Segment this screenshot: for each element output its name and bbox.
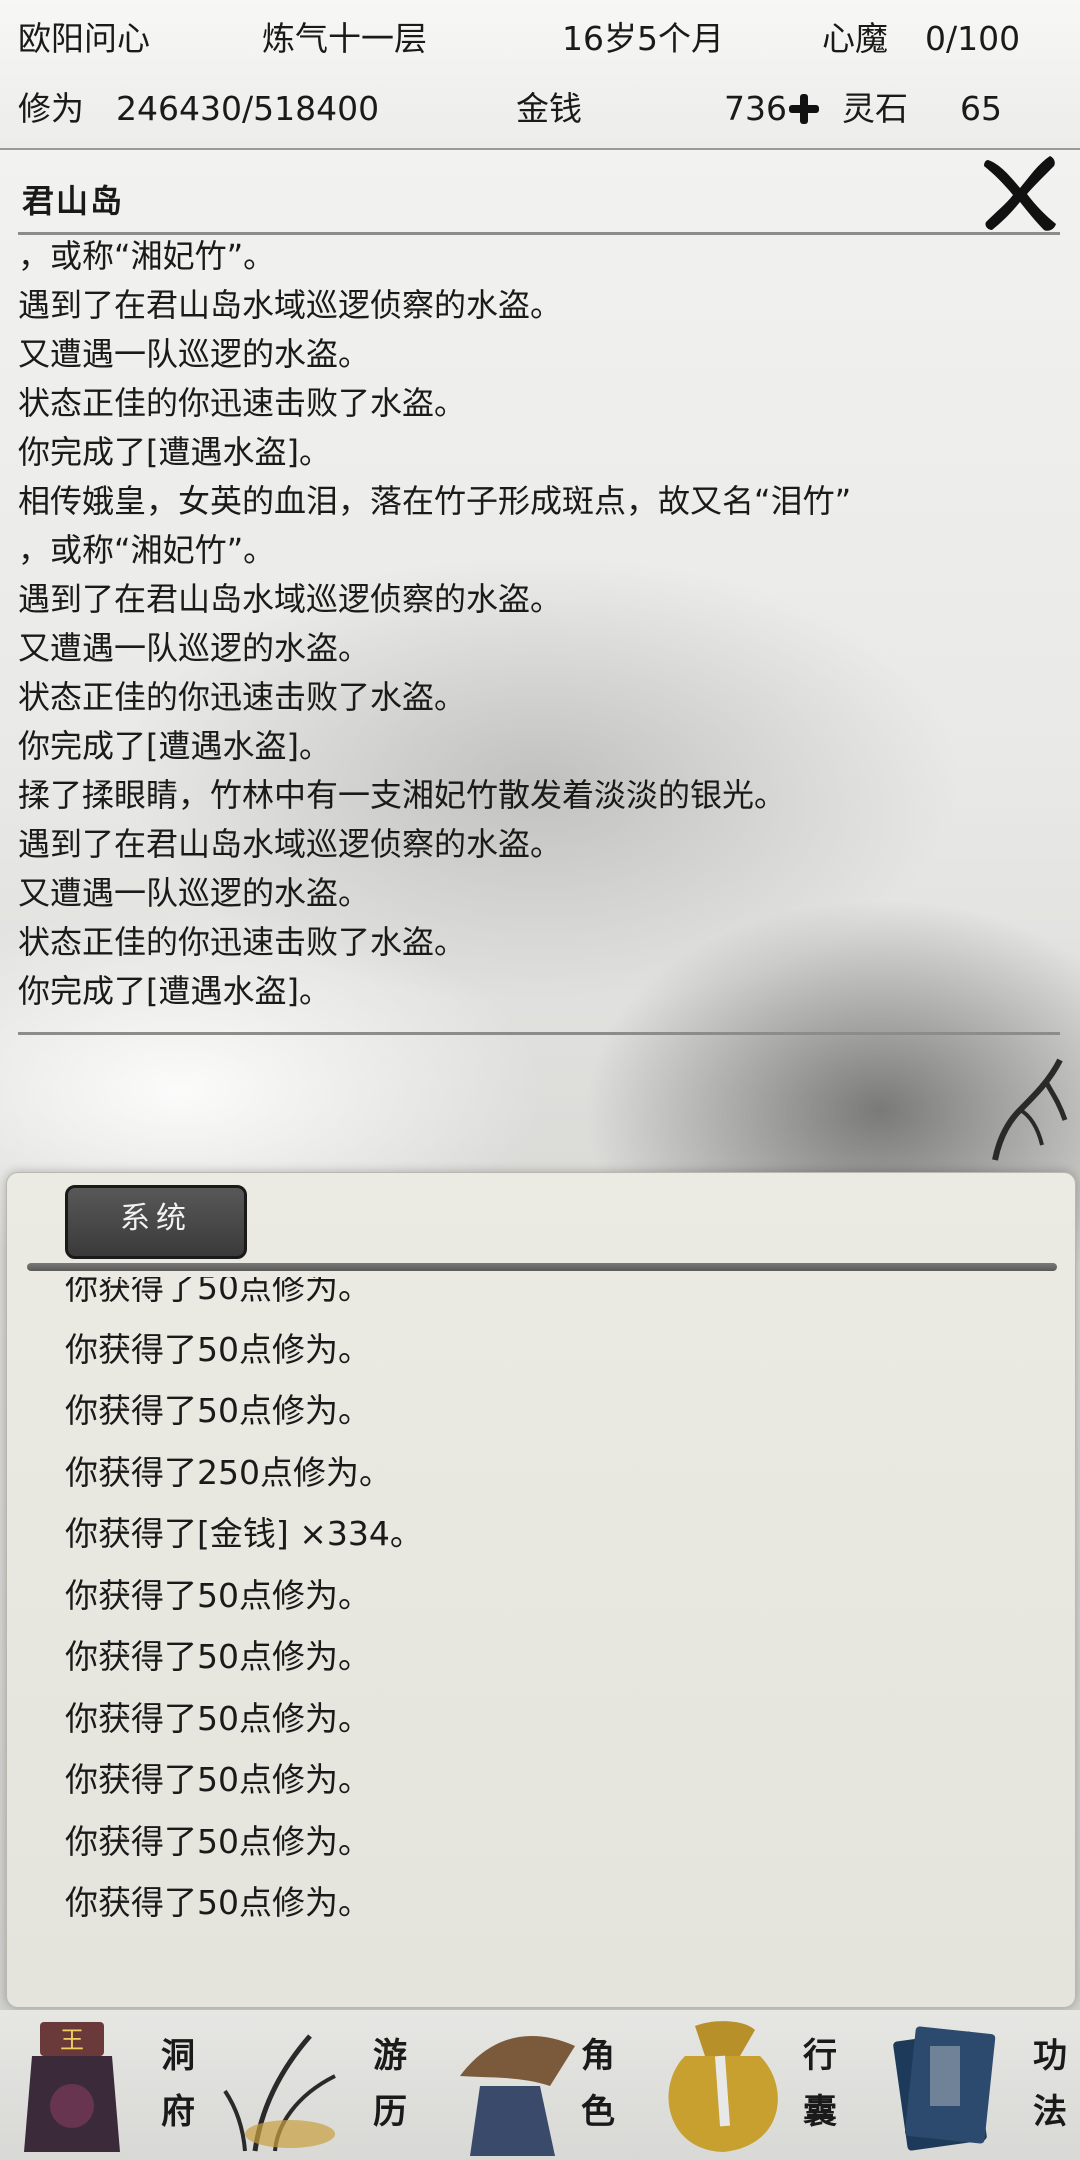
system-log-line: 你获得了50点修为。 (65, 1821, 371, 1861)
adventure-log-line: 又遭遇一队巡逻的水盗。 (18, 629, 371, 667)
nav-skills-label: 功法 (1033, 2036, 1067, 2132)
nav-skills[interactable]: 功法 (860, 2010, 1080, 2160)
heart-demon-label: 心魔 (822, 19, 888, 58)
adventure-log-line: 遇到了在君山岛水域巡逻侦察的水盗。 (18, 580, 563, 618)
system-log-line: 你获得了[金钱] ×334。 (65, 1514, 423, 1553)
nav-bag-label: 行囊 (803, 2036, 837, 2132)
bag-icon (668, 2021, 778, 2152)
location-bottom-divider (18, 1032, 1060, 1035)
system-log-line: 你获得了50点修为。 (65, 1637, 371, 1676)
adventure-log-line: 状态正佳的你迅速击败了水盗。 (18, 678, 467, 716)
close-button[interactable] (980, 150, 1060, 235)
system-log-line: 你获得了50点修为。 (65, 1575, 371, 1615)
nav-character[interactable]: 角色 (430, 2010, 645, 2160)
system-tab[interactable]: 系统 (65, 1185, 247, 1259)
nav-cave[interactable]: 王 洞府 (0, 2010, 215, 2160)
system-log-line: 你获得了50点修为。 (65, 1391, 371, 1430)
status-bar: 欧阳问心 炼气十一层 16岁5个月 心魔 0/100 修为 246430/518… (0, 0, 1080, 150)
skills-book-icon (893, 2026, 996, 2151)
system-log[interactable]: 你获得了50点修为。 你获得了50点修为。 你获得了50点修为。 你获得了250点修为… (65, 1277, 1055, 1987)
close-icon (984, 156, 1056, 231)
system-log-line: 你获得了50点修为。 (65, 1760, 371, 1799)
adventure-log-line: 又遭遇一队巡逻的水盗。 (18, 874, 371, 912)
cultivation-realm: 炼气十一层 (262, 19, 427, 58)
travel-icon (223, 2034, 336, 2152)
system-log-line: 你获得了50点修为。 (65, 1883, 371, 1922)
system-log-line: 你获得了50点修为。 (65, 1329, 371, 1369)
character-icon (460, 2036, 575, 2156)
nav-travel[interactable]: 游历 (215, 2010, 430, 2160)
adventure-log-line: 相传娥皇，女英的血泪，落在竹子形成斑点，故又名“泪竹” (18, 482, 852, 520)
spirit-stone-label: 灵石 (842, 89, 908, 128)
adventure-log-line: 遇到了在君山岛水域巡逻侦察的水盗。 (18, 286, 563, 324)
system-divider (27, 1263, 1057, 1271)
cultivation-value: 246430/518400 (116, 89, 380, 128)
adventure-log-line: 你完成了[遭遇水盗]。 (18, 433, 331, 471)
adventure-log-line: 揉了揉眼睛，竹林中有一支湘妃竹散发着淡淡的银光。 (18, 776, 787, 814)
nav-cave-label: 洞府 (161, 2036, 195, 2132)
adventure-log-line: ，或称“湘妃竹”。 (18, 531, 276, 569)
adventure-log-line: 你完成了[遭遇水盗]。 (18, 972, 331, 1010)
nav-bag[interactable]: 行囊 (645, 2010, 860, 2160)
adventure-log-line: 又遭遇一队巡逻的水盗。 (18, 335, 371, 373)
adventure-log-line: 状态正佳的你迅速击败了水盗。 (18, 923, 467, 961)
money-value-group: 736 (724, 92, 819, 125)
system-panel: 系统 你获得了50点修为。 你获得了50点修为。 你获得了50点修为。 你获得了250… (6, 1172, 1076, 2008)
location-title: 君山岛 (22, 182, 125, 220)
adventure-log[interactable]: ，或称“湘妃竹”。 遇到了在君山岛水域巡逻侦察的水盗。 又遭遇一队巡逻的水盗。 状态正… (18, 240, 1058, 1030)
system-log-line: 你获得了50点修为。 (65, 1277, 371, 1307)
add-money-icon[interactable] (789, 94, 819, 124)
location-divider (18, 232, 1060, 235)
system-log-line: 你获得了50点修为。 (65, 1698, 371, 1738)
money-value: 736 (724, 89, 787, 128)
bottom-nav: 王 洞府 游历 角色 行 囊 功 法 (0, 2010, 1080, 2160)
cave-icon: 王 (24, 2022, 120, 2152)
adventure-log-line: 状态正佳的你迅速击败了水盗。 (18, 384, 467, 422)
adventure-log-line: 你完成了[遭遇水盗]。 (18, 727, 331, 765)
cultivation-label: 修为 (18, 89, 84, 128)
nav-travel-label: 游历 (373, 2036, 407, 2132)
adventure-log-line: 遇到了在君山岛水域巡逻侦察的水盗。 (18, 825, 563, 863)
heart-demon-value: 0/100 (925, 19, 1021, 58)
player-name: 欧阳问心 (18, 19, 150, 58)
player-age: 16岁5个月 (562, 19, 724, 58)
system-log-line: 你获得了250点修为。 (65, 1452, 392, 1492)
nav-character-label: 角色 (581, 2036, 615, 2132)
money-label: 金钱 (516, 89, 582, 128)
adventure-log-line: ，或称“湘妃竹”。 (18, 240, 276, 275)
branch-decoration (992, 1058, 1068, 1161)
svg-text:王: 王 (60, 2026, 84, 2054)
spirit-stone-value: 65 (960, 89, 1002, 128)
